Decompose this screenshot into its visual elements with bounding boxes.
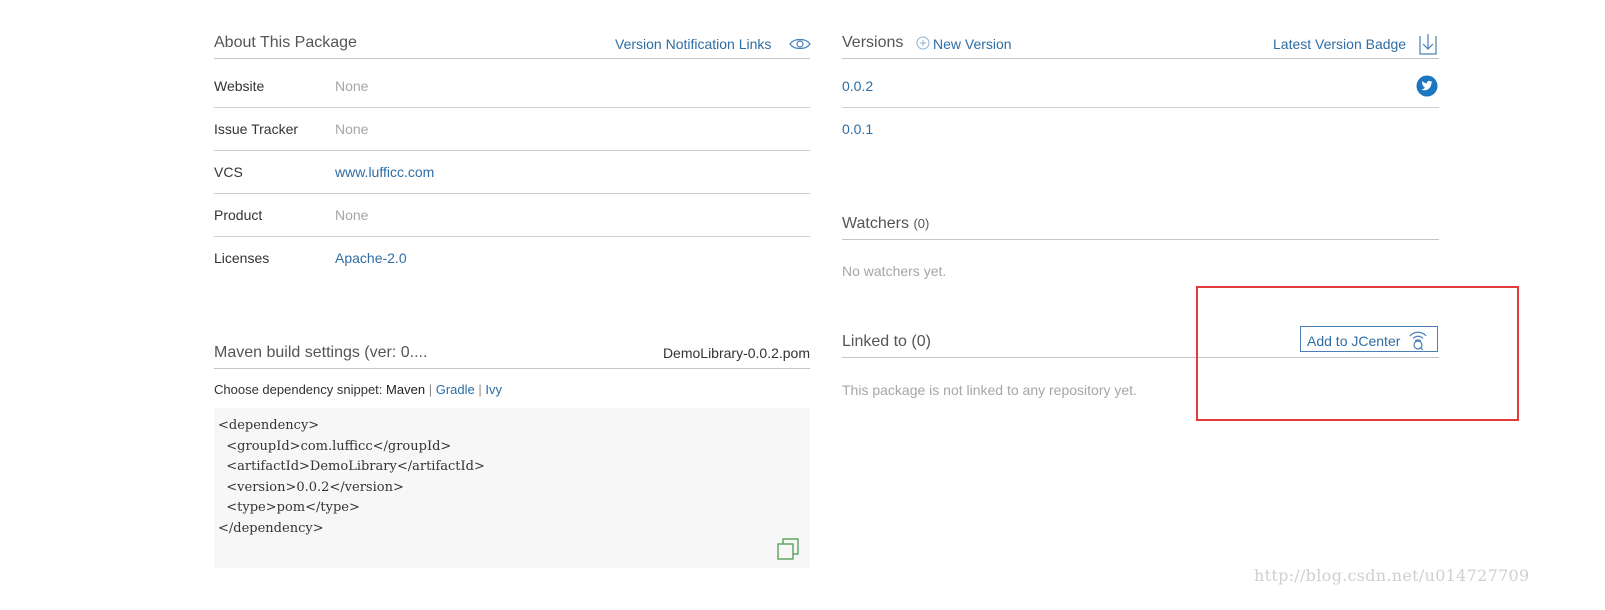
row-divider xyxy=(842,107,1439,108)
row-label-vcs: VCS xyxy=(214,164,243,180)
version-item[interactable]: 0.0.1 xyxy=(842,121,873,137)
watchers-label: Watchers xyxy=(842,215,909,232)
license-link[interactable]: Apache-2.0 xyxy=(335,250,407,266)
row-value-issue-tracker: None xyxy=(335,121,369,137)
versions-divider xyxy=(842,58,1439,59)
new-version-link[interactable]: New Version xyxy=(933,36,1012,52)
plus-circle-icon[interactable] xyxy=(916,36,930,55)
snippet-separator: | xyxy=(428,382,433,397)
row-divider xyxy=(214,236,810,237)
row-value-product: None xyxy=(335,207,369,223)
dependency-code[interactable]: <dependency> <groupId>com.lufficc</group… xyxy=(218,416,485,540)
about-title: About This Package xyxy=(214,34,357,51)
row-value-website: None xyxy=(335,78,369,94)
latest-version-badge-link[interactable]: Latest Version Badge xyxy=(1273,36,1406,52)
snippet-separator: | xyxy=(478,382,482,397)
copy-icon[interactable] xyxy=(776,538,800,560)
maven-divider xyxy=(214,368,810,369)
watchers-title: Watchers (0) xyxy=(842,215,929,233)
snippet-option-gradle[interactable]: Gradle xyxy=(436,382,475,397)
watchers-empty-text: No watchers yet. xyxy=(842,263,947,279)
pom-file-name: DemoLibrary-0.0.2.pom xyxy=(662,345,810,361)
snippet-option-ivy[interactable]: Ivy xyxy=(485,382,502,397)
version-notification-link[interactable]: Version Notification Links xyxy=(615,36,771,52)
highlight-annotation-box xyxy=(1196,286,1519,421)
row-divider xyxy=(214,193,810,194)
row-label-licenses: Licenses xyxy=(214,250,270,266)
row-label-website: Website xyxy=(214,78,265,94)
snippet-chooser: Choose dependency snippet: Maven | Gradl… xyxy=(214,382,502,397)
vcs-link[interactable]: www.lufficc.com xyxy=(335,164,434,180)
eye-icon[interactable] xyxy=(789,37,811,56)
row-divider xyxy=(214,150,810,151)
download-badge-icon[interactable] xyxy=(1417,32,1439,61)
linked-empty-text: This package is not linked to any reposi… xyxy=(842,382,1137,398)
versions-title: Versions xyxy=(842,34,904,51)
code-snippet-box: <dependency> <groupId>com.lufficc</group… xyxy=(214,408,810,568)
row-label-product: Product xyxy=(214,207,263,223)
row-divider xyxy=(214,107,810,108)
linked-title: Linked to (0) xyxy=(842,333,931,350)
twitter-icon[interactable] xyxy=(1416,75,1438,102)
watermark: http://blog.csdn.net/u014727709 xyxy=(1254,566,1530,585)
version-item[interactable]: 0.0.2 xyxy=(842,78,873,94)
snippet-prompt: Choose dependency snippet: xyxy=(214,382,383,397)
about-divider xyxy=(214,58,810,59)
watchers-count: (0) xyxy=(913,216,930,231)
row-label-issue-tracker: Issue Tracker xyxy=(214,121,299,137)
maven-title: Maven build settings (ver: 0.... xyxy=(214,344,428,361)
watchers-divider xyxy=(842,239,1439,240)
snippet-option-maven[interactable]: Maven xyxy=(386,382,425,397)
